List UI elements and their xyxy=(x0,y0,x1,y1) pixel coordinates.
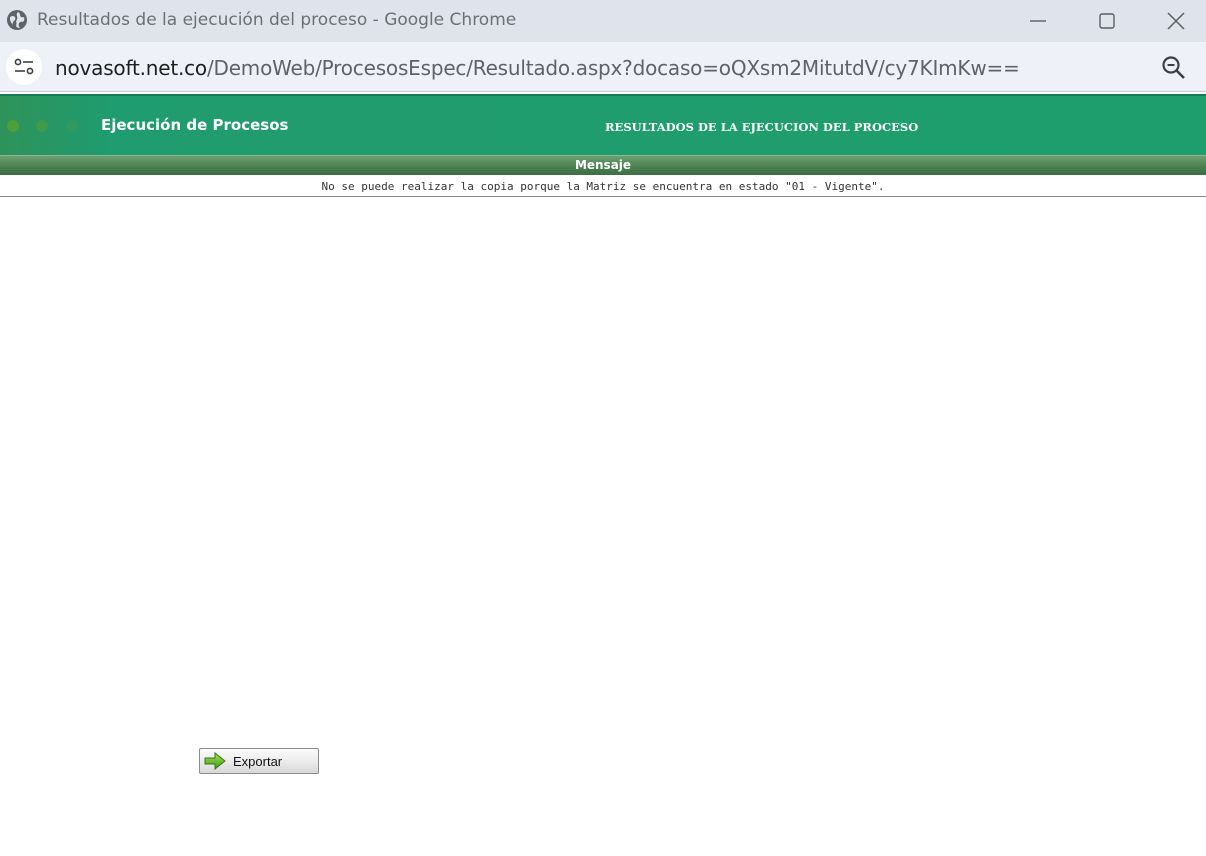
message-header-bar: Mensaje xyxy=(0,155,1206,175)
maximize-button[interactable] xyxy=(1073,0,1141,42)
globe-icon xyxy=(7,10,27,30)
site-settings-button[interactable] xyxy=(6,49,42,85)
url-path: /DemoWeb/ProcesosEspec/Resultado.aspx?do… xyxy=(206,56,1020,80)
close-icon xyxy=(1167,12,1185,30)
zoom-out-icon[interactable] xyxy=(1160,54,1188,82)
maximize-icon xyxy=(1099,13,1115,29)
export-button[interactable]: Exportar xyxy=(199,748,319,774)
page-header: Ejecución de Procesos RESULTADOS DE LA E… xyxy=(0,94,1206,155)
app-title: Ejecución de Procesos xyxy=(101,116,289,134)
window-title: Resultados de la ejecución del proceso -… xyxy=(37,10,517,30)
message-text: No se puede realizar la copia porque la … xyxy=(321,180,885,193)
header-dot-icon xyxy=(66,120,78,132)
minimize-button[interactable] xyxy=(1004,0,1072,42)
arrow-right-icon xyxy=(204,752,226,770)
close-button[interactable] xyxy=(1142,0,1206,42)
url-field[interactable]: novasoft.net.co/DemoWeb/ProcesosEspec/Re… xyxy=(55,56,1020,80)
page-title: RESULTADOS DE LA EJECUCION DEL PROCESO xyxy=(605,120,919,134)
message-title: Mensaje xyxy=(574,158,632,172)
url-host: novasoft.net.co xyxy=(55,56,207,80)
site-settings-icon xyxy=(14,58,34,75)
header-dot-icon xyxy=(36,120,48,132)
minimize-icon xyxy=(1030,20,1046,22)
address-bar: novasoft.net.co/DemoWeb/ProcesosEspec/Re… xyxy=(0,42,1206,92)
header-dot-icon xyxy=(7,120,19,132)
divider xyxy=(0,196,1206,197)
browser-title-bar: Resultados de la ejecución del proceso -… xyxy=(0,0,1206,42)
export-label: Exportar xyxy=(233,754,283,769)
